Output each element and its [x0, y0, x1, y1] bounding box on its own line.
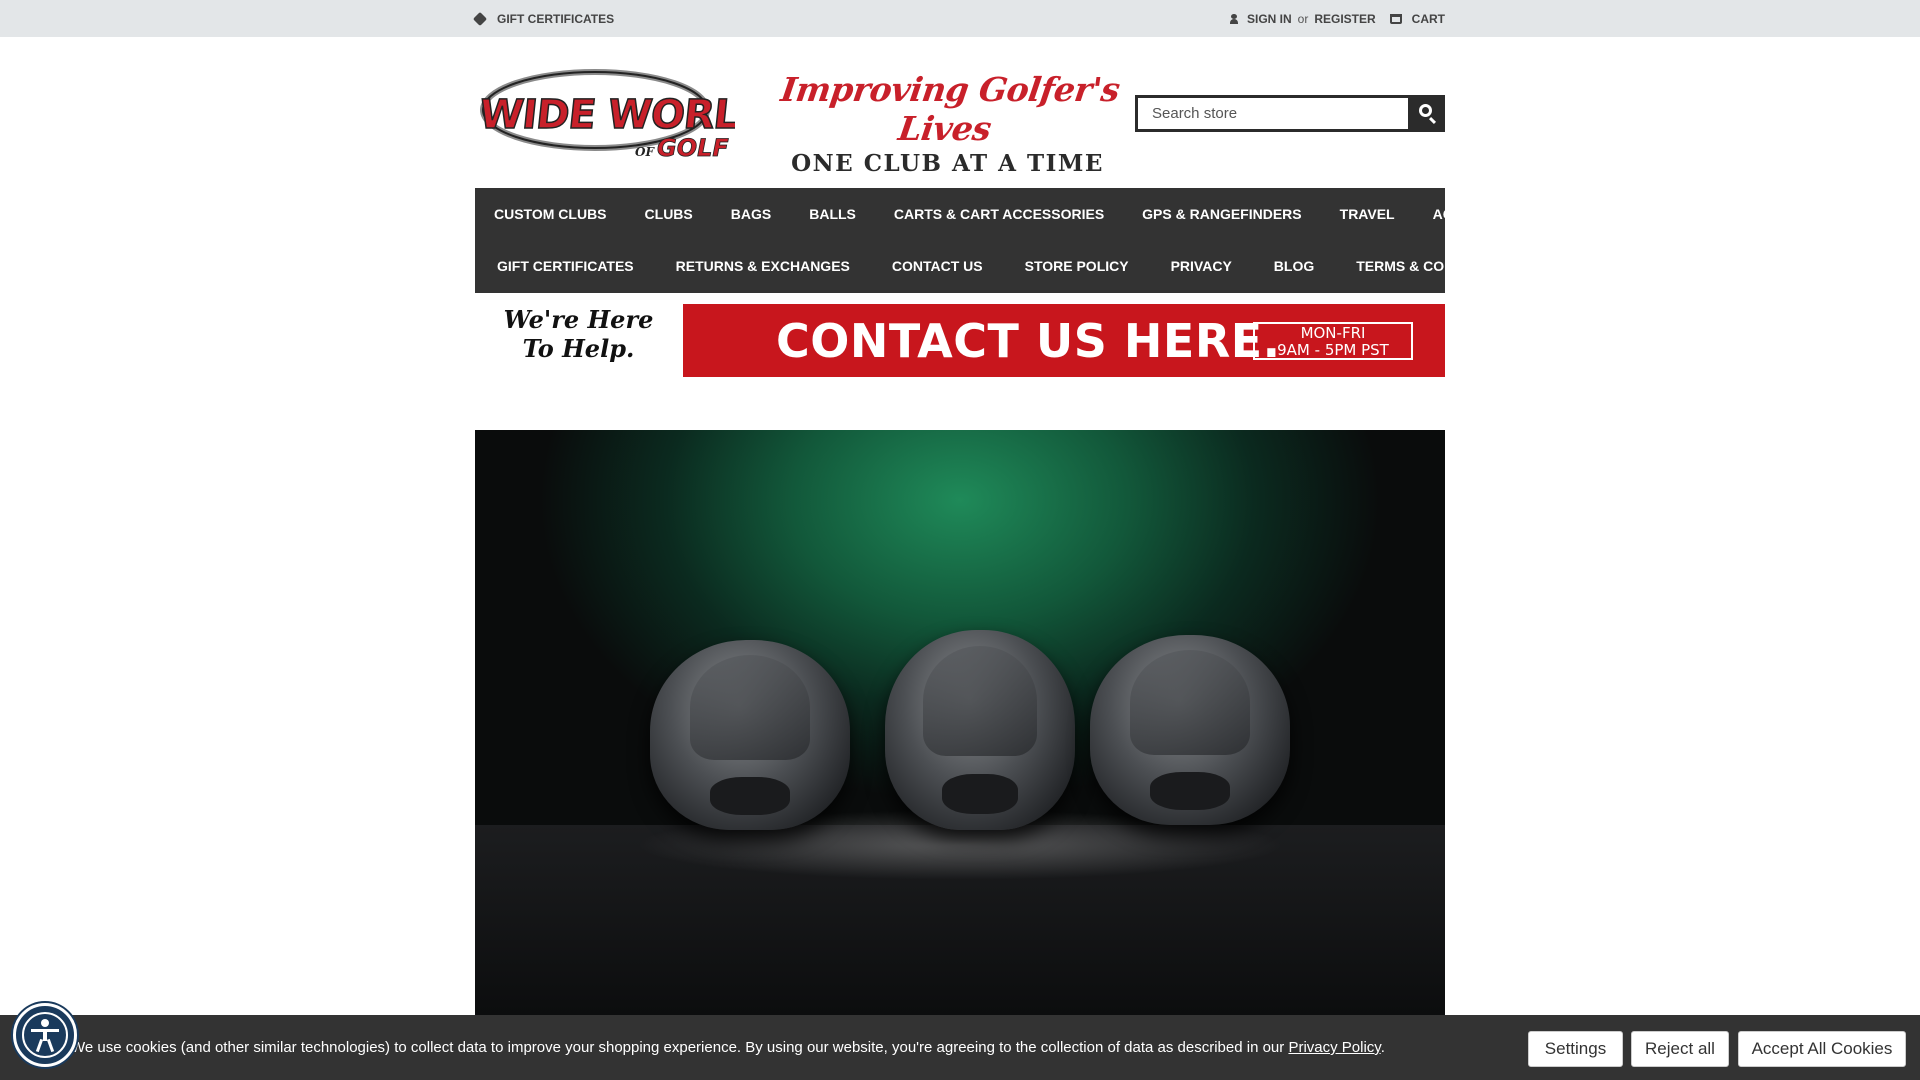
search-button[interactable]	[1408, 95, 1445, 132]
nav-item-blog[interactable]: Blog	[1274, 258, 1314, 274]
top-utility-bar: Gift Certificates Sign in or Register Ca…	[0, 0, 1920, 37]
nav-item-clubs[interactable]: Clubs	[645, 206, 693, 222]
nav-item-accessories[interactable]: Accessories	[1433, 206, 1535, 222]
help-line-1: We're Here	[503, 305, 654, 334]
nav-row-2: Gift Certificates Returns & Exchanges Co…	[475, 240, 1511, 292]
search-form	[1135, 95, 1445, 132]
nav-item-store-policy[interactable]: Store Policy	[1025, 258, 1129, 274]
wide-world-of-golf-logo: WIDE WORLD OF GOLF	[476, 69, 774, 162]
logo-golf-text: GOLF	[657, 134, 729, 162]
driver-head-image	[885, 630, 1075, 830]
contact-banner-text: CONTACT US HERE.	[776, 314, 1281, 368]
help-text: We're Here To Help.	[475, 305, 682, 377]
search-input[interactable]	[1135, 95, 1408, 132]
logo-main-text: WIDE WORLD	[477, 92, 735, 138]
hours-line-1: MON-FRI	[1300, 324, 1366, 342]
topbar-right: Sign in or Register Cart	[1229, 11, 1445, 26]
register-link[interactable]: Register	[1314, 12, 1375, 26]
nav-item-travel[interactable]: Travel	[1340, 206, 1395, 222]
help-line-2: To Help.	[522, 334, 635, 363]
cart-link[interactable]: Cart	[1412, 12, 1445, 26]
cookie-message: We use cookies (and other similar techno…	[71, 1039, 1385, 1056]
hero-banner-image[interactable]	[475, 430, 1445, 1015]
privacy-policy-link[interactable]: Privacy Policy	[1288, 1039, 1380, 1056]
nav-item-balls[interactable]: Balls	[809, 206, 856, 222]
nav-item-custom-clubs[interactable]: Custom Clubs	[494, 206, 607, 222]
nav-row-1: Custom Clubs Clubs Bags Balls Carts & Ca…	[475, 188, 1535, 240]
nav-item-gift-certificates[interactable]: Gift Certificates	[497, 258, 634, 274]
site-logo[interactable]: WIDE WORLD OF GOLF	[475, 62, 774, 162]
header-tagline: Improving Golfer's Lives ONE CLUB AT A T…	[775, 70, 1122, 177]
cookie-consent-bar: We use cookies (and other similar techno…	[0, 1015, 1920, 1080]
nav-item-privacy[interactable]: Privacy	[1171, 258, 1232, 274]
or-text: or	[1297, 11, 1309, 26]
nav-item-bags[interactable]: Bags	[731, 206, 771, 222]
nav-item-terms[interactable]: Terms & Conditions	[1356, 258, 1511, 274]
tagline-script: Improving Golfer's Lives	[778, 70, 1123, 148]
search-icon	[1419, 104, 1432, 117]
cookie-accept-button[interactable]: Accept All Cookies	[1738, 1031, 1906, 1067]
accessibility-button[interactable]	[13, 1003, 77, 1067]
topbar-left: Gift Certificates	[472, 11, 614, 26]
user-icon	[1229, 13, 1238, 24]
gift-certificates-link[interactable]: Gift Certificates	[497, 12, 614, 26]
hours-box: MON-FRI 9AM - 5PM PST	[1253, 322, 1413, 360]
cookie-reject-button[interactable]: Reject all	[1631, 1031, 1729, 1067]
logo-of-text: OF	[635, 145, 655, 159]
cookie-period: .	[1380, 1039, 1385, 1056]
top-utility-inner: Gift Certificates Sign in or Register Ca…	[472, 0, 1445, 37]
cookie-settings-button[interactable]: Settings	[1528, 1031, 1623, 1067]
hours-line-2: 9AM - 5PM PST	[1277, 341, 1389, 359]
driver-head-image	[1090, 635, 1290, 825]
cookie-text: We use cookies (and other similar techno…	[71, 1039, 1289, 1056]
tagline-slogan: ONE CLUB AT A TIME	[791, 150, 1104, 177]
nav-item-gps[interactable]: GPS & Rangefinders	[1142, 206, 1301, 222]
nav-item-carts[interactable]: Carts & Cart Accessories	[894, 206, 1104, 222]
main-navigation: Custom Clubs Clubs Bags Balls Carts & Ca…	[475, 188, 1535, 293]
tag-icon	[472, 11, 488, 26]
nav-item-contact[interactable]: Contact Us	[892, 258, 983, 274]
sign-in-link[interactable]: Sign in	[1247, 12, 1292, 26]
contact-us-banner[interactable]: CONTACT US HERE. MON-FRI 9AM - 5PM PST	[683, 304, 1445, 377]
driver-head-image	[650, 640, 850, 830]
nav-item-returns[interactable]: Returns & Exchanges	[676, 258, 850, 274]
cart-icon	[1389, 13, 1402, 24]
